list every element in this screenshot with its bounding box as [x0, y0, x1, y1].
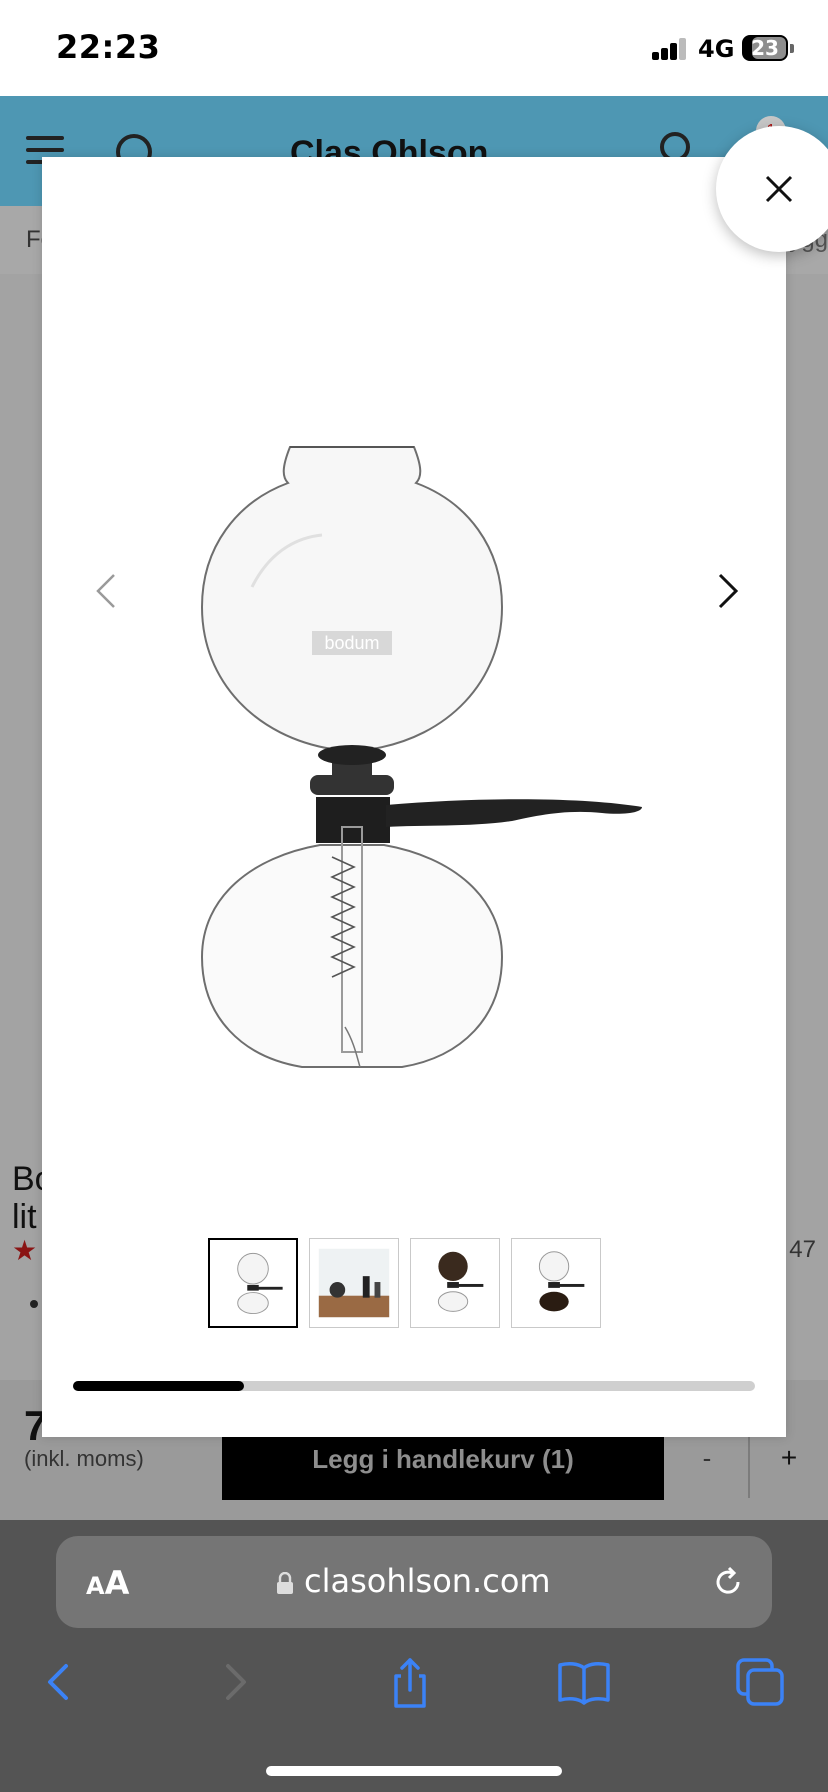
thumbnail-1[interactable]	[208, 1238, 298, 1328]
brand-logo-text: bodum	[324, 633, 379, 653]
gallery-progress-bar	[73, 1381, 755, 1391]
thumbnail-strip	[208, 1238, 601, 1330]
rating-star-icon: ★	[12, 1235, 38, 1266]
close-icon	[765, 175, 793, 203]
product-image: bodum	[200, 446, 642, 1068]
share-icon[interactable]	[380, 1652, 440, 1712]
cell-signal-icon	[652, 38, 688, 60]
battery-tip	[790, 44, 794, 53]
lock-icon	[277, 1572, 293, 1594]
add-to-cart-label: Legg i handlekurv	[312, 1444, 535, 1474]
image-gallery-modal: bodum	[42, 157, 786, 1437]
gallery-progress-fill	[73, 1381, 244, 1391]
reader-settings-button[interactable]: AA	[86, 1564, 129, 1602]
address-bar[interactable]: AA clasohlson.com	[56, 1536, 772, 1628]
add-to-cart-button[interactable]: Legg i handlekurv (1)	[222, 1428, 664, 1500]
network-type: 4G	[698, 35, 735, 63]
home-indicator	[266, 1766, 562, 1776]
thumbnail-3[interactable]	[410, 1238, 500, 1328]
thumbnail-2[interactable]	[309, 1238, 399, 1328]
bookmarks-icon[interactable]	[554, 1652, 614, 1712]
url-domain[interactable]: clasohlson.com	[304, 1562, 551, 1600]
aa-small: A	[86, 1572, 105, 1600]
review-count[interactable]: 47	[789, 1236, 816, 1264]
thumbnail-4[interactable]	[511, 1238, 601, 1328]
add-to-cart-count: (1)	[541, 1444, 574, 1474]
aa-large: A	[104, 1564, 130, 1602]
status-bar: 22:23 4G 23	[0, 0, 828, 96]
clock: 22:23	[56, 28, 161, 66]
battery-icon: 23	[742, 35, 788, 61]
close-gallery-button[interactable]	[716, 126, 828, 252]
reload-icon[interactable]	[710, 1564, 746, 1600]
price-vat-note: (inkl. moms)	[24, 1446, 144, 1471]
back-icon[interactable]	[28, 1652, 88, 1712]
previous-image-arrow-icon[interactable]	[86, 561, 126, 621]
forward-icon[interactable]	[206, 1652, 266, 1712]
feature-bullet	[30, 1300, 38, 1308]
browser-chrome: AA clasohlson.com	[0, 1520, 828, 1792]
tabs-icon[interactable]	[730, 1652, 790, 1712]
battery-level: 23	[751, 36, 779, 60]
